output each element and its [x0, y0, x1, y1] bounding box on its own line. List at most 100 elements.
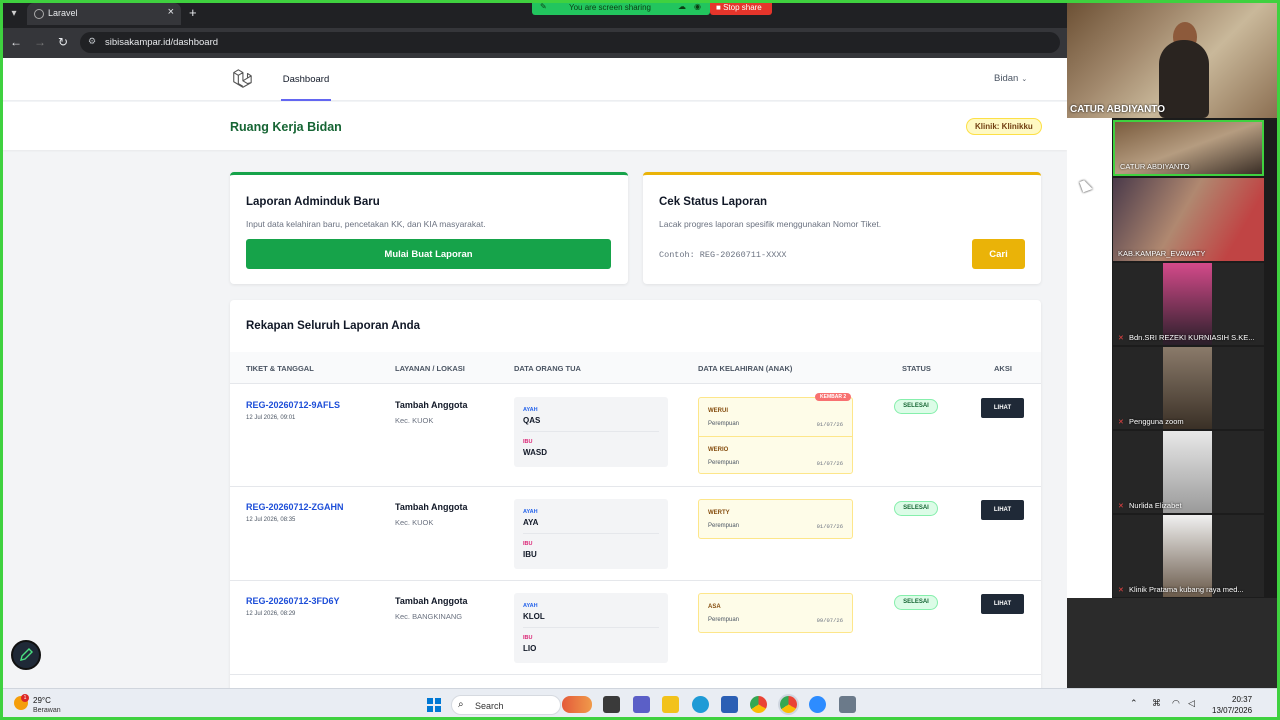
laravel-logo-icon — [233, 69, 252, 88]
main-speaker-name: CATUR ABDIYANTO — [1070, 104, 1166, 115]
father-label: AYAH — [523, 407, 538, 413]
ticket-number[interactable]: REG-20260712-3FD6Y — [246, 596, 340, 606]
stop-share-label: Stop share — [723, 3, 762, 12]
mother-label: IBU — [523, 635, 533, 641]
address-bar: ← → ↻ ⚙ sibisakampar.id/dashboard — [0, 28, 1067, 58]
file-explorer-icon[interactable] — [662, 696, 679, 713]
ticket-date: 12 Jul 2026, 08:35 — [246, 517, 296, 523]
search-ticket-button[interactable]: Cari — [972, 239, 1025, 269]
mother-label: IBU — [523, 541, 533, 547]
tab-title: Laravel — [48, 8, 78, 18]
store-icon[interactable] — [721, 696, 738, 713]
reload-icon[interactable]: ↻ — [58, 35, 68, 49]
teams-icon[interactable] — [633, 696, 650, 713]
new-report-card: Laporan Adminduk Baru Input data kelahir… — [230, 172, 628, 284]
annotate-icon[interactable]: ✎ — [540, 2, 547, 11]
clinic-badge: Klinik: Klinikku — [966, 118, 1042, 135]
volume-icon[interactable]: ◁ — [1188, 698, 1195, 709]
view-button[interactable]: LIHAT — [981, 594, 1024, 614]
divider — [523, 533, 659, 534]
view-button[interactable]: LIHAT — [981, 398, 1024, 418]
muted-mic-icon: ✕ — [1118, 587, 1124, 594]
browser-tab[interactable]: Laravel × — [27, 3, 181, 25]
child-gender: Perempuan — [708, 617, 740, 623]
edge-icon[interactable] — [692, 696, 709, 713]
child-gender: Perempuan — [708, 523, 740, 529]
shield-icon[interactable]: ◉ — [694, 2, 701, 11]
ticket-number-input[interactable] — [659, 247, 959, 263]
speaker-body — [1159, 40, 1209, 118]
site-info-icon[interactable]: ⚙ — [88, 36, 96, 47]
parents-info: AYAH QAS IBU WASD — [514, 397, 668, 467]
participant-tile[interactable]: ✕ Bdn.SRI REZEKI KURNIASIH S.KE... — [1113, 263, 1264, 345]
service-type: Tambah Anggota — [395, 502, 468, 512]
participant-name: Klinik Pratama kubang raya med... — [1129, 585, 1244, 594]
taskbar-search[interactable]: ⌕ Search — [451, 695, 561, 715]
muted-mic-icon: ✕ — [1118, 419, 1124, 426]
status-badge: SELESAI — [894, 595, 938, 610]
child-dob: 01/07/26 — [816, 460, 843, 467]
chevron-down-icon: ⌄ — [1021, 76, 1028, 83]
participant-tile[interactable]: CATUR ABDIYANTO — [1113, 120, 1264, 176]
participant-tile[interactable]: ✕ Pengguna zoom — [1113, 347, 1264, 429]
mother-label: IBU — [523, 439, 533, 445]
cloud-icon[interactable]: ☁ — [678, 2, 686, 11]
column-action: AKSI — [994, 364, 1012, 373]
mother-name: WASD — [523, 448, 547, 457]
page-header: Ruang Kerja Bidan Klinik: Klinikku — [3, 102, 1067, 150]
divider — [523, 431, 659, 432]
stop-share-button[interactable]: ■ Stop share — [710, 0, 772, 15]
tab-search-chevron-icon[interactable]: ▾ — [6, 6, 22, 22]
widget-app-icon[interactable] — [562, 696, 592, 713]
windows-start-icon[interactable] — [427, 698, 441, 712]
task-view-icon[interactable] — [603, 696, 620, 713]
birth-info: WERTY Perempuan 01/07/26 — [698, 499, 853, 539]
child-name: ASA — [708, 604, 721, 610]
service-location: Kec. KUOK — [395, 416, 434, 425]
notification-badge: 1 — [21, 694, 29, 702]
participant-tile[interactable]: ✕ Klinik Pratama kubang raya med... — [1113, 515, 1264, 597]
divider — [699, 436, 852, 437]
wifi-icon[interactable]: ◠ — [1172, 698, 1180, 709]
check-status-title: Cek Status Laporan — [659, 196, 767, 208]
zoom-icon[interactable] — [809, 696, 826, 713]
ticket-number[interactable]: REG-20260712-ZGAHN — [246, 502, 344, 512]
chrome-icon[interactable] — [750, 696, 767, 713]
clock-time[interactable]: 20:37 — [1232, 695, 1252, 704]
nav-dashboard-link[interactable]: Dashboard — [281, 58, 331, 101]
status-badge: SELESAI — [894, 399, 938, 414]
parents-info: AYAH KLOL IBU LIO — [514, 593, 668, 663]
ticket-date: 12 Jul 2026, 08:29 — [246, 611, 296, 617]
search-icon: ⌕ — [458, 699, 464, 710]
column-ticket: TIKET & TANGGAL — [246, 364, 314, 373]
child-dob: 01/07/26 — [816, 421, 843, 428]
participant-tile[interactable]: KAB.KAMPAR_EVAWATY — [1113, 178, 1264, 261]
clock-date[interactable]: 13/07/2026 — [1212, 706, 1252, 715]
new-tab-icon[interactable]: + — [189, 5, 197, 20]
participant-tile[interactable]: ✕ Nurlida Elizabet — [1113, 431, 1264, 513]
reports-table-title: Rekapan Seluruh Laporan Anda — [246, 320, 421, 332]
twin-badge: KEMBAR 2 — [815, 393, 852, 401]
back-arrow-icon[interactable]: ← — [10, 35, 22, 49]
user-menu[interactable]: Bidan ⌄ — [994, 73, 1027, 84]
url-field[interactable]: ⚙ sibisakampar.id/dashboard — [80, 32, 1060, 53]
chrome-active-icon[interactable] — [780, 696, 797, 713]
network-icon[interactable]: ⌘ — [1152, 698, 1161, 709]
column-birth: DATA KELAHIRAN (ANAK) — [698, 364, 793, 373]
column-service: LAYANAN / LOKASI — [395, 364, 465, 373]
divider — [523, 627, 659, 628]
temperature[interactable]: 29°C — [33, 696, 51, 705]
start-report-button[interactable]: Mulai Buat Laporan — [246, 239, 611, 269]
screen-share-app-icon[interactable] — [839, 696, 856, 713]
zoom-main-speaker-video[interactable]: CATUR ABDIYANTO — [1067, 0, 1280, 118]
column-parents: DATA ORANG TUA — [514, 364, 581, 373]
edit-fab-button[interactable] — [11, 640, 41, 670]
windows-taskbar: 1 29°C Berawan ⌕ Search ⌃ ⌘ ◠ ◁ 20:37 13… — [0, 688, 1280, 720]
forward-arrow-icon[interactable]: → — [34, 35, 46, 49]
close-tab-icon[interactable]: × — [168, 6, 174, 18]
view-button[interactable]: LIHAT — [981, 500, 1024, 520]
ticket-number[interactable]: REG-20260712-9AFLS — [246, 400, 340, 410]
page-title: Ruang Kerja Bidan — [230, 120, 342, 134]
chevron-up-icon[interactable]: ⌃ — [1130, 698, 1138, 709]
father-name: AYA — [523, 518, 539, 527]
